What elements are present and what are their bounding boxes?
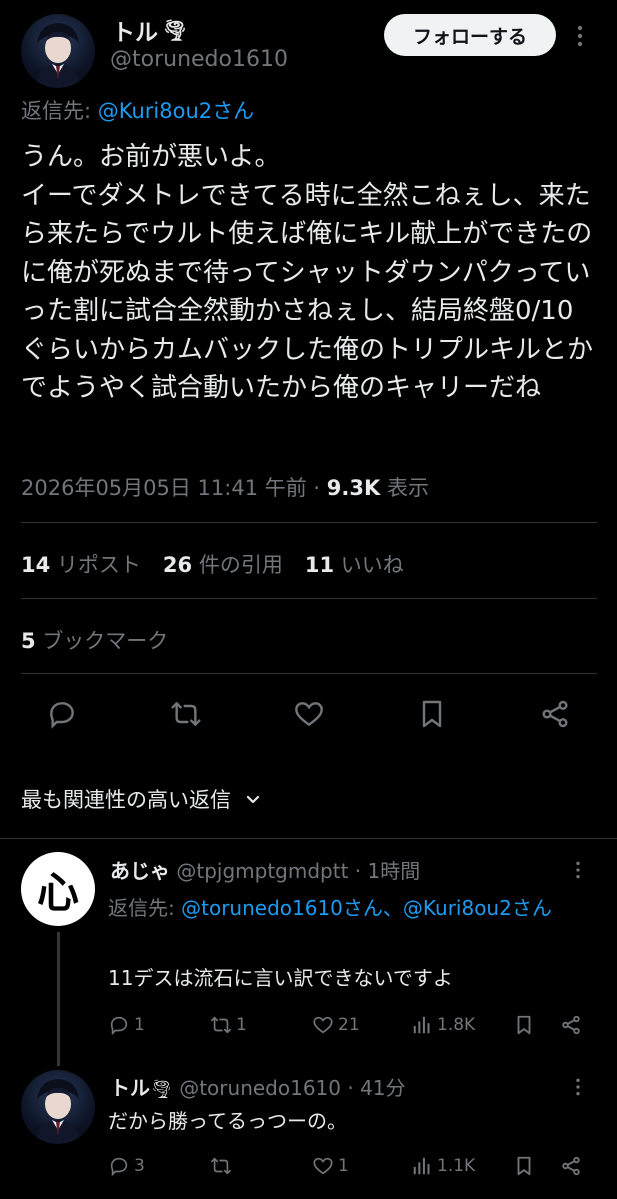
views-count: 1.1K	[437, 1156, 476, 1176]
reply-avatar[interactable]	[21, 1070, 95, 1144]
reply-to-handles-link[interactable]: @torunedo1610さん、@Kuri8ou2さん	[181, 896, 552, 920]
quotes-label: 件の引用	[198, 553, 283, 577]
repost-icon	[210, 1014, 232, 1036]
tweet-stats: 14 リポスト 26 件の引用 11 いいね	[21, 549, 404, 579]
replies-sort-dropdown[interactable]: 最も関連性の高い返信	[21, 784, 263, 814]
like-icon[interactable]	[293, 698, 325, 730]
like-icon	[312, 1155, 334, 1177]
reply-actions: 1 1 21 1.8K	[108, 1014, 594, 1038]
reply-to-prefix: 返信先:	[108, 896, 182, 920]
reply-avatar[interactable]: 心	[21, 852, 95, 926]
more-options-icon[interactable]	[568, 1077, 588, 1097]
bookmarks-count: 5	[21, 629, 36, 653]
reply-to-handle-link[interactable]: @Kuri8ou2さん	[98, 99, 254, 123]
reposts-stat[interactable]: 14 リポスト	[21, 549, 141, 579]
tweet-timestamp[interactable]: 2026年05月05日 11:41 午前 ·	[21, 476, 327, 500]
bookmarks-label: ブックマーク	[42, 629, 169, 653]
divider	[21, 522, 597, 523]
replies-sort-label: 最も関連性の高い返信	[21, 788, 231, 812]
like-count: 1	[338, 1156, 349, 1176]
reply-count: 3	[134, 1156, 145, 1176]
like-count: 21	[338, 1015, 360, 1035]
share-icon[interactable]	[560, 1014, 582, 1036]
bookmark-icon[interactable]	[416, 698, 448, 730]
share-icon[interactable]	[560, 1155, 582, 1177]
repost-icon	[210, 1155, 232, 1177]
repost-count: 1	[236, 1015, 247, 1035]
reply-text: だから勝ってるっつーの。	[108, 1109, 347, 1133]
avatar-kanji: 心	[36, 867, 79, 917]
like-icon	[312, 1014, 334, 1036]
thread-line	[57, 932, 60, 1066]
quotes-count: 26	[162, 553, 193, 577]
author-handle[interactable]: @torunedo1610	[110, 47, 288, 72]
reply-to-line: 返信先: @torunedo1610さん、@Kuri8ou2さん	[108, 892, 588, 924]
more-options-icon[interactable]	[568, 860, 588, 880]
reposts-count: 14	[21, 553, 51, 577]
author-display-name[interactable]: トル	[112, 13, 158, 47]
views-count: 1.8K	[437, 1015, 476, 1035]
reply-to-prefix: 返信先:	[21, 99, 98, 123]
views-label: 表示	[380, 476, 429, 500]
reply-author-name[interactable]: トル	[110, 1076, 150, 1100]
reply-action-like[interactable]: 21	[312, 1014, 360, 1036]
tornado-emoji: 🌪	[150, 1079, 173, 1100]
tweet-meta: 2026年05月05日 11:41 午前 · 9.3K 表示	[21, 472, 429, 502]
chevron-down-icon	[243, 789, 263, 809]
reply-action-views[interactable]: 1.1K	[411, 1155, 475, 1177]
reply-action-views[interactable]: 1.8K	[411, 1014, 475, 1036]
reply-icon	[108, 1155, 130, 1177]
divider	[0, 838, 617, 839]
reply-handle-time[interactable]: @torunedo1610 · 41分	[179, 1076, 405, 1100]
reply-text: 11デスは流石に言い訳できないですよ	[108, 966, 453, 990]
reposts-label: リポスト	[56, 553, 141, 577]
tornado-emoji: 🌪	[162, 18, 188, 42]
bookmark-icon[interactable]	[513, 1155, 535, 1177]
follow-button[interactable]: フォローする	[384, 14, 556, 56]
quotes-stat[interactable]: 26 件の引用	[163, 549, 283, 579]
bookmarks-stat[interactable]: 5 ブックマーク	[21, 625, 168, 655]
divider	[21, 598, 597, 599]
share-icon[interactable]	[539, 698, 571, 730]
likes-stat[interactable]: 11 いいね	[305, 549, 404, 579]
author-avatar[interactable]	[21, 14, 95, 88]
views-icon	[411, 1014, 433, 1036]
more-options-icon[interactable]	[568, 24, 592, 48]
reply-icon	[108, 1014, 130, 1036]
reply-header: トル🌪 @torunedo1610 · 41分	[110, 1072, 406, 1101]
reply-action-like[interactable]: 1	[312, 1155, 349, 1177]
reply-header: あじゃ @tpjgmptgmdptt · 1時間	[110, 855, 420, 884]
reply-action-reply[interactable]: 3	[108, 1155, 145, 1177]
reply-action-repost[interactable]: 1	[210, 1014, 247, 1036]
tweet-body-text: うん。お前が悪いよ。 イーでダメトレできてる時に全然こねぇし、来たら来たらでウル…	[21, 142, 594, 403]
repost-icon[interactable]	[170, 698, 202, 730]
bookmark-icon[interactable]	[513, 1014, 535, 1036]
reply-action-repost[interactable]	[210, 1155, 236, 1177]
author-name[interactable]: トル 🌪	[112, 13, 187, 47]
reply-icon[interactable]	[46, 698, 78, 730]
reply-author-name[interactable]: あじゃ	[110, 859, 170, 883]
likes-label: いいね	[340, 553, 404, 577]
divider	[21, 673, 597, 674]
views-count: 9.3K	[326, 476, 381, 500]
reply-actions: 3 1 1.1K	[108, 1155, 594, 1179]
reply-action-reply[interactable]: 1	[108, 1014, 145, 1036]
views-icon	[411, 1155, 433, 1177]
reply-to-line: 返信先: @Kuri8ou2さん	[21, 95, 254, 125]
likes-count: 11	[304, 553, 335, 577]
reply-handle-time[interactable]: @tpjgmptgmdptt · 1時間	[176, 859, 420, 883]
reply-count: 1	[134, 1015, 145, 1035]
